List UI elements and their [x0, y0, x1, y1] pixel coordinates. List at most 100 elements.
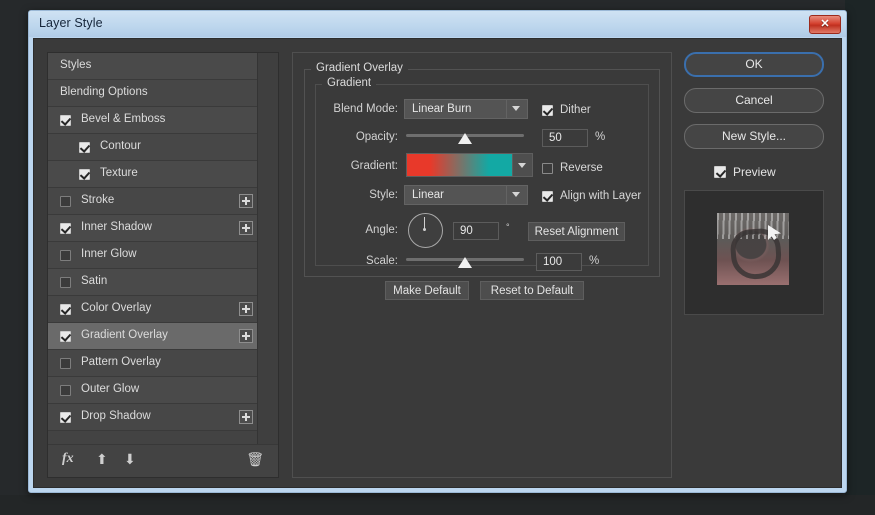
gradient-preset-select[interactable] — [406, 153, 533, 177]
style-list-item[interactable]: Drop Shadow — [48, 404, 259, 431]
add-effect-icon[interactable] — [239, 221, 253, 235]
style-item-label: Drop Shadow — [81, 410, 151, 422]
opacity-input[interactable]: 50 — [542, 129, 588, 147]
ok-button[interactable]: OK — [684, 52, 824, 77]
styles-list[interactable]: StylesBlending Options Bevel & Emboss Cont… — [48, 53, 259, 445]
move-down-icon[interactable]: ⬇ — [124, 451, 136, 468]
make-default-button[interactable]: Make Default — [385, 281, 469, 300]
gradient-group-title: Gradient — [322, 77, 376, 89]
style-list-item[interactable]: Satin — [48, 269, 259, 296]
scale-slider-knob[interactable] — [458, 257, 472, 268]
style-item-label: Inner Glow — [81, 248, 137, 260]
gradient-label: Gradient: — [312, 160, 398, 172]
opacity-label: Opacity: — [312, 131, 398, 143]
preview-panel — [684, 190, 824, 315]
style-item-checkbox[interactable] — [60, 412, 71, 423]
preview-checkbox-box — [714, 166, 726, 178]
chevron-down-icon — [512, 154, 532, 176]
preview-label: Preview — [733, 165, 776, 179]
blend-mode-label: Blend Mode: — [312, 103, 398, 115]
angle-row: Angle: 90 ° Reset Alignment — [316, 213, 648, 247]
fx-icon[interactable]: fx — [62, 451, 74, 467]
styles-scrollbar[interactable] — [257, 53, 278, 445]
style-item-label: Texture — [100, 167, 138, 179]
angle-input[interactable]: 90 — [453, 222, 499, 240]
blend-mode-row: Blend Mode: Linear Burn Dither — [316, 99, 648, 121]
style-list-item[interactable]: Styles — [48, 53, 259, 80]
style-list-item[interactable]: Contour — [48, 134, 259, 161]
reverse-label: Reverse — [560, 162, 603, 174]
style-list-item[interactable]: Inner Shadow — [48, 215, 259, 242]
opacity-slider-knob[interactable] — [458, 133, 472, 144]
scale-input[interactable]: 100 — [536, 253, 582, 271]
style-select[interactable]: Linear — [404, 185, 528, 205]
style-item-label: Outer Glow — [81, 383, 139, 395]
style-row: Style: Linear Align with Layer — [316, 185, 648, 207]
opacity-value: 50 — [549, 132, 562, 144]
gradient-swatch — [407, 154, 512, 176]
style-item-checkbox[interactable] — [60, 196, 71, 207]
gradient-overlay-group-title: Gradient Overlay — [311, 62, 408, 74]
angle-unit: ° — [506, 222, 510, 232]
add-effect-icon[interactable] — [239, 410, 253, 424]
style-item-checkbox[interactable] — [60, 115, 71, 126]
cancel-button[interactable]: Cancel — [684, 88, 824, 113]
style-list-item[interactable]: Blending Options — [48, 80, 259, 107]
style-item-checkbox[interactable] — [79, 142, 90, 153]
style-list-item[interactable]: Texture — [48, 161, 259, 188]
style-list-item[interactable]: Bevel & Emboss — [48, 107, 259, 134]
reset-to-default-button[interactable]: Reset to Default — [480, 281, 584, 300]
delete-icon[interactable]: 🗑 — [246, 451, 264, 468]
style-item-checkbox[interactable] — [79, 169, 90, 180]
style-item-label: Gradient Overlay — [81, 329, 168, 341]
add-effect-icon[interactable] — [239, 194, 253, 208]
close-icon[interactable]: ✕ — [809, 15, 841, 34]
style-item-checkbox[interactable] — [60, 331, 71, 342]
reset-alignment-label: Reset Alignment — [529, 226, 624, 238]
align-with-layer-label: Align with Layer — [560, 190, 641, 202]
reset-alignment-button[interactable]: Reset Alignment — [528, 222, 625, 241]
gradient-overlay-settings-panel: Gradient Overlay Gradient Blend Mode: Li… — [292, 52, 672, 478]
style-list-item[interactable]: Gradient Overlay — [48, 323, 259, 350]
style-list-item[interactable]: Inner Glow — [48, 242, 259, 269]
add-effect-icon[interactable] — [239, 329, 253, 343]
defaults-button-row: Make Default Reset to Default — [304, 281, 660, 303]
style-item-checkbox[interactable] — [60, 304, 71, 315]
scale-slider[interactable] — [406, 253, 524, 267]
blend-mode-select[interactable]: Linear Burn — [404, 99, 528, 119]
reset-to-default-label: Reset to Default — [481, 285, 583, 297]
style-value: Linear — [412, 189, 444, 201]
chevron-down-icon — [506, 186, 527, 204]
style-item-checkbox[interactable] — [60, 385, 71, 396]
layer-style-dialog: Layer Style ✕ StylesBlending Options Beve… — [28, 10, 847, 493]
ok-label: OK — [686, 57, 822, 71]
style-item-label: Color Overlay — [81, 302, 151, 314]
style-list-item[interactable]: Outer Glow — [48, 377, 259, 404]
add-effect-icon[interactable] — [239, 302, 253, 316]
new-style-button[interactable]: New Style... — [684, 124, 824, 149]
scale-label: Scale: — [312, 255, 398, 267]
style-item-checkbox[interactable] — [60, 358, 71, 369]
opacity-unit: % — [595, 131, 605, 143]
style-item-label: Bevel & Emboss — [81, 113, 165, 125]
blend-mode-value: Linear Burn — [412, 103, 471, 115]
desktop-bottom-edge — [0, 495, 875, 515]
gradient-overlay-group: Gradient Overlay Gradient Blend Mode: Li… — [304, 69, 660, 277]
style-list-item[interactable]: Stroke — [48, 188, 259, 215]
dialog-titlebar[interactable]: Layer Style ✕ — [29, 11, 846, 37]
style-item-checkbox[interactable] — [60, 277, 71, 288]
chevron-down-icon — [506, 100, 527, 118]
styles-panel: StylesBlending Options Bevel & Emboss Cont… — [47, 52, 279, 478]
style-list-item[interactable]: Color Overlay — [48, 296, 259, 323]
style-item-checkbox[interactable] — [60, 223, 71, 234]
make-default-label: Make Default — [386, 285, 468, 297]
angle-label: Angle: — [312, 224, 398, 236]
angle-dial-center — [423, 228, 426, 231]
styles-footer-toolbar: fx ⬆ ⬇ 🗑 — [48, 444, 278, 477]
dialog-body: StylesBlending Options Bevel & Emboss Cont… — [33, 38, 842, 488]
style-item-checkbox[interactable] — [60, 250, 71, 261]
move-up-icon[interactable]: ⬆ — [96, 451, 108, 468]
style-list-item[interactable]: Pattern Overlay — [48, 350, 259, 377]
angle-dial[interactable] — [408, 213, 443, 248]
opacity-slider[interactable] — [406, 129, 524, 143]
